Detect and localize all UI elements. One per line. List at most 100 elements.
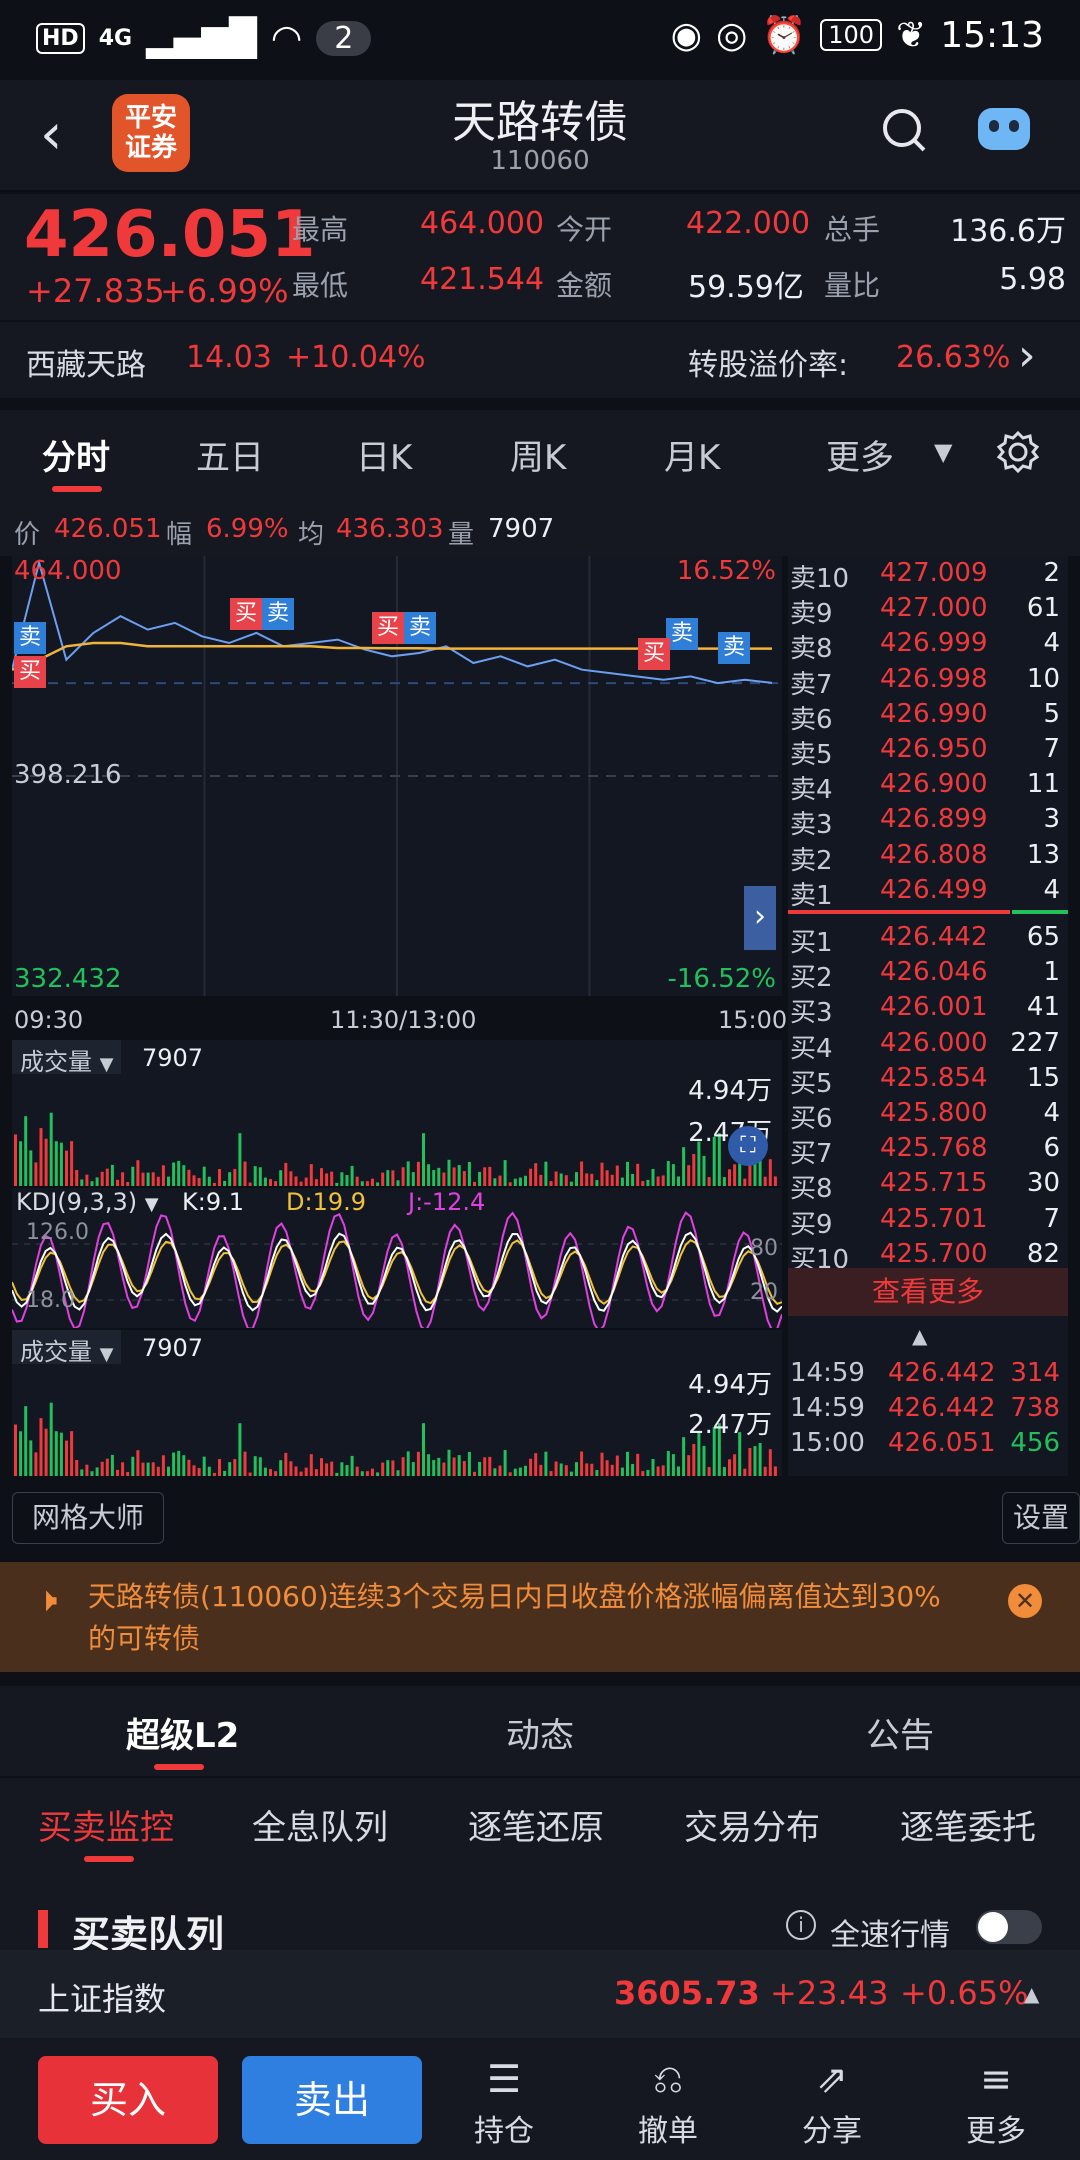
ask-row[interactable]: 卖10 427.009 2 xyxy=(788,556,1068,594)
sell-marker[interactable]: 卖 xyxy=(666,618,698,650)
bid-row[interactable]: 买7 425.768 6 xyxy=(788,1131,1068,1169)
volume-bar xyxy=(585,1173,589,1186)
ask-row[interactable]: 卖5 426.950 7 xyxy=(788,732,1068,770)
tab-weekly-k[interactable]: 周K xyxy=(510,430,566,479)
bid-row[interactable]: 买1 426.442 65 xyxy=(788,920,1068,958)
tab-tick-replay[interactable]: 逐笔还原 xyxy=(468,1800,604,1849)
volume-bar xyxy=(656,1466,660,1476)
buy-marker[interactable]: 买 xyxy=(638,638,670,670)
tab-five-day[interactable]: 五日 xyxy=(196,430,264,479)
ask-row[interactable]: 卖7 426.998 10 xyxy=(788,662,1068,700)
sell-button[interactable]: 卖出 xyxy=(242,2056,422,2144)
volume-bar xyxy=(432,1170,436,1186)
tab-daily-k[interactable]: 日K xyxy=(356,430,412,479)
more-button[interactable]: ≡ 更多 xyxy=(946,2054,1046,2150)
risk-alert-banner[interactable]: 🕨 天路转债(110060)连续3个交易日内日收盘价格涨幅偏离值达到30%的可转… xyxy=(0,1562,1080,1672)
tick-qty: 738 xyxy=(1010,1393,1060,1424)
sell-marker[interactable]: 卖 xyxy=(14,622,46,654)
tab-trade-distribution[interactable]: 交易分布 xyxy=(684,1800,820,1849)
buy-button[interactable]: 买入 xyxy=(38,2056,218,2144)
volume-bar xyxy=(365,1471,369,1476)
ask-row[interactable]: 卖9 427.000 61 xyxy=(788,591,1068,629)
robot-assistant-icon[interactable] xyxy=(978,108,1030,150)
buy-marker[interactable]: 买 xyxy=(230,598,262,630)
bottom-action-bar: 买入 卖出 ☰ 持仓 ⎌ 撤单 ⇗ 分享 ≡ 更多 xyxy=(0,2038,1080,2160)
volume-panel-2[interactable]: 成交量 ▼ 7907 4.94万 2.47万 xyxy=(12,1330,782,1476)
ask-row[interactable]: 卖1 426.499 4 xyxy=(788,873,1068,911)
bid-row[interactable]: 买8 425.715 30 xyxy=(788,1166,1068,1204)
ask-price: 427.000 xyxy=(880,593,988,624)
volume-panel[interactable]: 成交量 ▼ 7907 4.94万 2.47万 ⛶ xyxy=(12,1040,782,1186)
sell-marker[interactable]: 卖 xyxy=(262,598,294,630)
underlying-stock-bar[interactable]: 西藏天路 14.03 +10.04% 转股溢价率: 26.63% › xyxy=(0,322,1080,398)
intraday-chart[interactable]: 464.000 398.216 332.432 16.52% -16.52% 卖… xyxy=(12,556,782,996)
tab-super-l2[interactable]: 超级L2 xyxy=(126,1708,239,1757)
kdj-indicator-label[interactable]: KDJ(9,3,3) ▼ xyxy=(16,1188,159,1216)
cancel-order-button[interactable]: ⎌ 撤单 xyxy=(618,2054,718,2150)
fast-quote-toggle[interactable] xyxy=(976,1910,1042,1944)
view-more-button[interactable]: 查看更多 xyxy=(788,1268,1068,1316)
tab-full-queue[interactable]: 全息队列 xyxy=(252,1800,388,1849)
tab-intraday[interactable]: 分时 xyxy=(42,430,110,479)
bid-row[interactable]: 买9 425.701 7 xyxy=(788,1202,1068,1240)
fullscreen-icon[interactable]: ⛶ xyxy=(728,1126,768,1166)
tab-news[interactable]: 动态 xyxy=(506,1708,574,1757)
ask-row[interactable]: 卖6 426.990 5 xyxy=(788,697,1068,735)
tick-price: 426.442 xyxy=(888,1393,996,1424)
search-icon[interactable] xyxy=(880,102,928,158)
volume-bar xyxy=(702,1445,706,1476)
tick-row[interactable]: 14:59 426.442 738 xyxy=(788,1391,1068,1425)
share-button[interactable]: ⇗ 分享 xyxy=(782,2054,882,2150)
index-ticker[interactable]: 上证指数 3605.73 +23.43 +0.65% ▲ xyxy=(0,1950,1080,2038)
ask-row[interactable]: 卖4 426.900 11 xyxy=(788,767,1068,805)
gear-icon[interactable] xyxy=(996,430,1040,474)
tick-row[interactable]: 14:59 426.442 314 xyxy=(788,1356,1068,1390)
tab-monthly-k[interactable]: 月K xyxy=(664,430,720,479)
caret-up-icon[interactable]: ▲ xyxy=(1024,1982,1039,2006)
volume-indicator-label[interactable]: 成交量 ▼ xyxy=(12,1330,122,1366)
index-name: 上证指数 xyxy=(38,1980,167,2018)
holdings-button[interactable]: ☰ 持仓 xyxy=(454,2054,554,2150)
volume-bar xyxy=(197,1177,201,1186)
bid-row[interactable]: 买10 425.700 82 xyxy=(788,1237,1068,1275)
tab-trade-monitor[interactable]: 买卖监控 xyxy=(38,1800,174,1849)
tab-tick-orders[interactable]: 逐笔委托 xyxy=(900,1800,1036,1849)
bid-row[interactable]: 买4 426.000 227 xyxy=(788,1026,1068,1064)
tab-announcement[interactable]: 公告 xyxy=(866,1708,934,1757)
expand-arrow-button[interactable]: › xyxy=(744,886,776,950)
grid-master-button[interactable]: 网格大师 xyxy=(12,1492,164,1544)
bid-row[interactable]: 买6 425.800 4 xyxy=(788,1096,1068,1134)
close-icon[interactable]: ✕ xyxy=(1008,1584,1042,1618)
buy-marker[interactable]: 买 xyxy=(372,612,404,644)
caret-up-icon[interactable]: ▲ xyxy=(912,1324,927,1348)
settings-button[interactable]: 设置 xyxy=(1002,1492,1080,1544)
volume-bar xyxy=(748,1448,752,1476)
bid-row[interactable]: 买2 426.046 1 xyxy=(788,955,1068,993)
volume-bar xyxy=(406,1161,410,1186)
bid-price: 425.768 xyxy=(880,1133,988,1164)
volume-bar xyxy=(243,1161,247,1186)
tab-more[interactable]: 更多 xyxy=(826,430,894,479)
volume-bar xyxy=(600,1162,604,1186)
volume-bar xyxy=(406,1451,410,1476)
volume-indicator-label[interactable]: 成交量 ▼ xyxy=(12,1040,122,1076)
ask-row[interactable]: 卖2 426.808 13 xyxy=(788,838,1068,876)
tick-row[interactable]: 15:00 426.051 456 xyxy=(788,1426,1068,1460)
ask-row[interactable]: 卖3 426.899 3 xyxy=(788,802,1068,840)
volume-bar xyxy=(590,1463,594,1476)
volume-bar xyxy=(422,1133,425,1186)
bid-row[interactable]: 买5 425.854 15 xyxy=(788,1061,1068,1099)
kdj-panel[interactable]: KDJ(9,3,3) ▼ K:9.1 D:19.9 J:-12.4 126.0 … xyxy=(12,1188,782,1328)
chevron-right-icon[interactable]: › xyxy=(1018,330,1036,381)
volume-bar xyxy=(29,1440,33,1476)
dropdown-triangle-icon: ▼ xyxy=(99,1344,114,1365)
dropdown-triangle-icon[interactable]: ▼ xyxy=(934,438,952,466)
sell-marker[interactable]: 卖 xyxy=(404,612,436,644)
info-icon[interactable]: i xyxy=(786,1910,816,1940)
volume-bar xyxy=(595,1180,599,1186)
info-tabs: 超级L2 动态 公告 xyxy=(0,1686,1080,1776)
bid-row[interactable]: 买3 426.001 41 xyxy=(788,990,1068,1028)
ask-row[interactable]: 卖8 426.999 4 xyxy=(788,626,1068,664)
sell-marker[interactable]: 卖 xyxy=(718,632,750,664)
buy-marker[interactable]: 买 xyxy=(14,656,46,688)
